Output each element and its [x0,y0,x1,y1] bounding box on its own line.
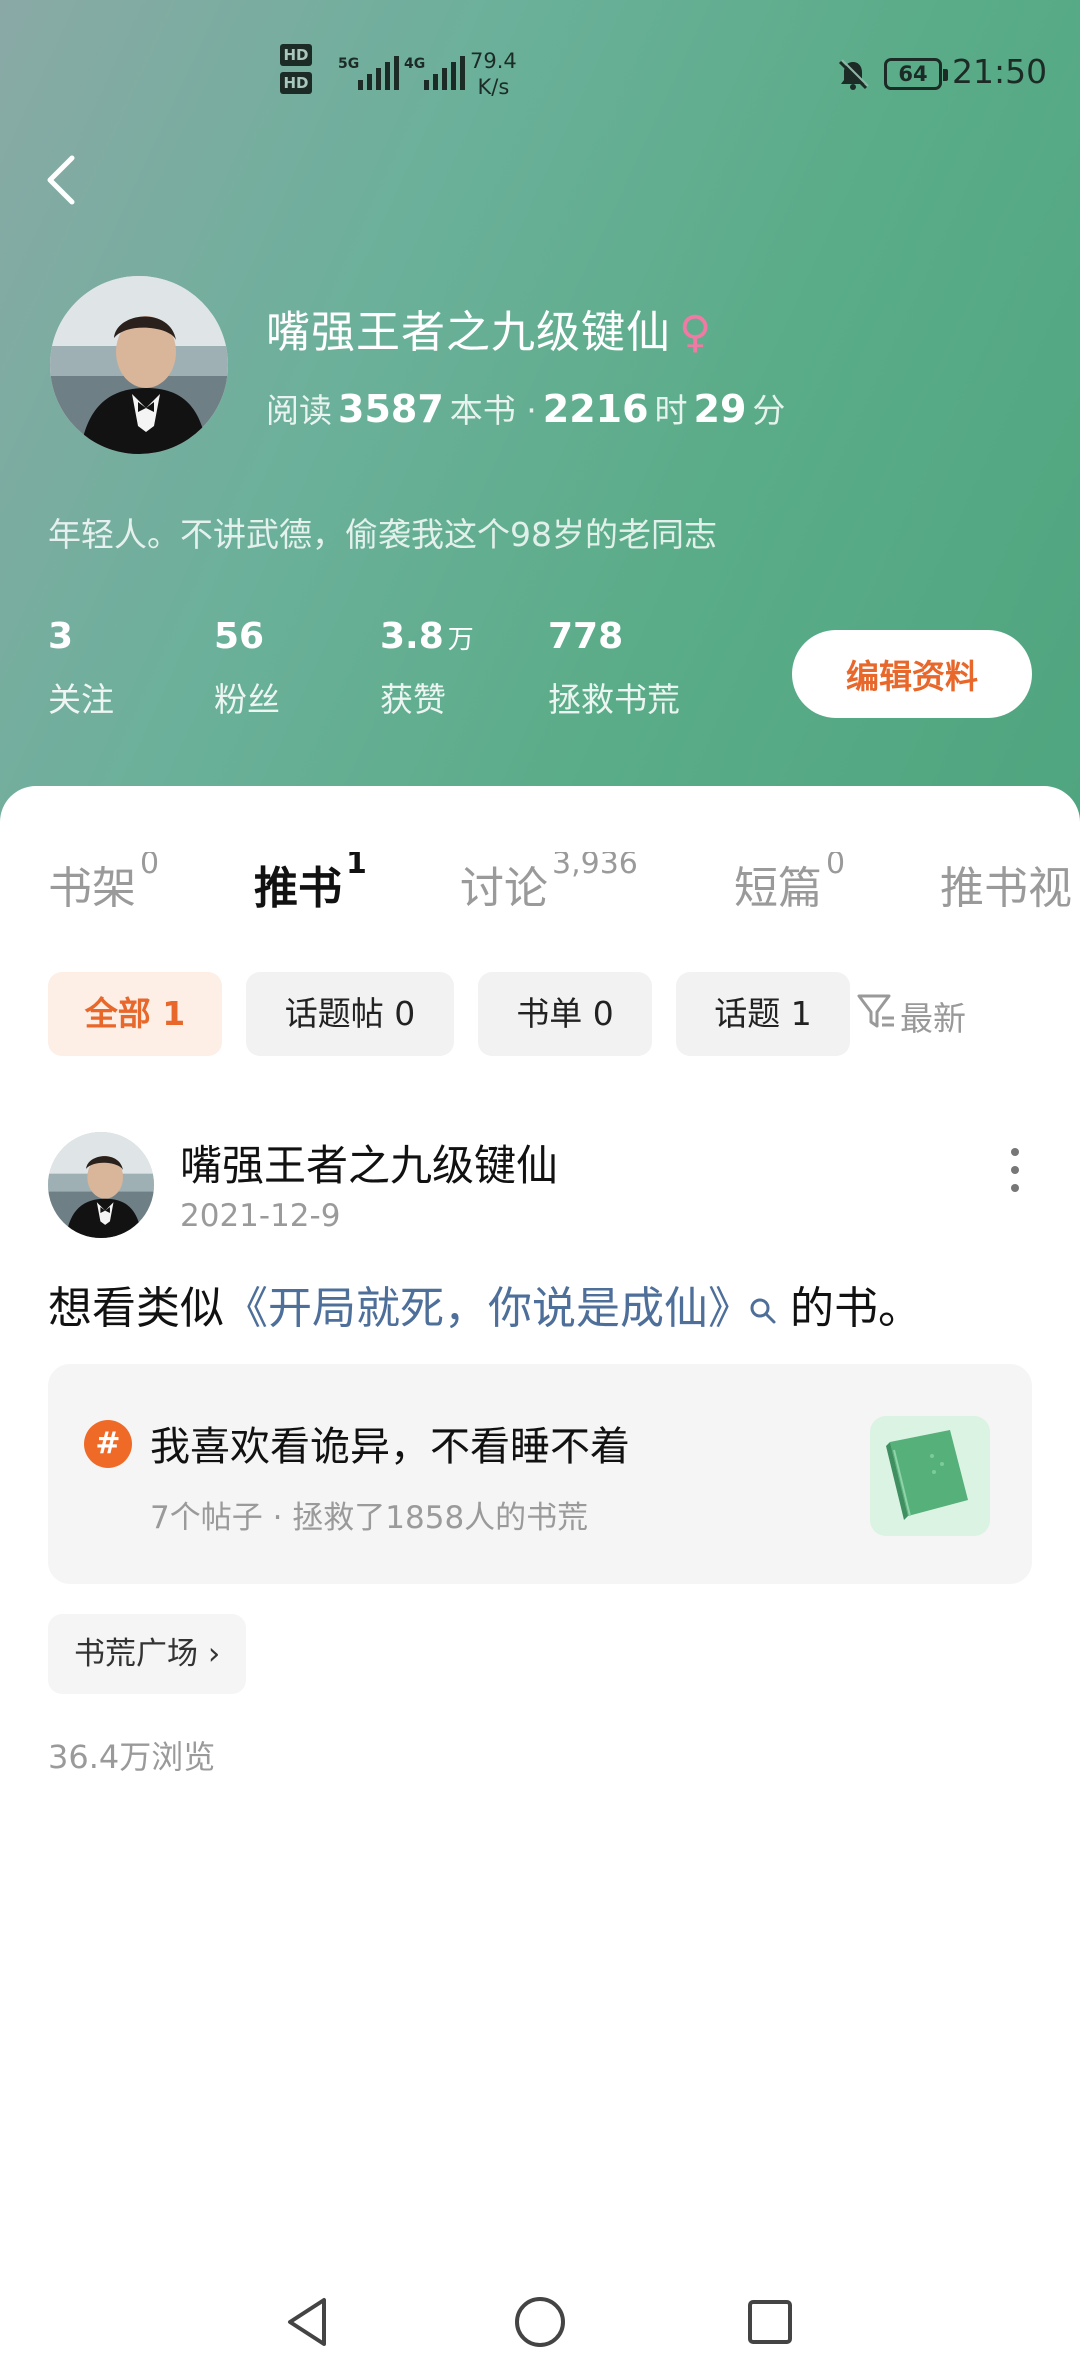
view-count: 36.4万浏览 [48,1738,216,1776]
status-bar: HD HD 5G 4G 79.4 K/s 64 21:50 [0,0,1080,150]
post-author-avatar[interactable] [48,1132,154,1238]
stat-label: 拯救书荒 [548,680,680,719]
stat-likes[interactable]: 3.8 万 获赞 [380,616,474,721]
hd-badge-1: HD [280,44,312,66]
filter-all[interactable]: 全部 1 [48,972,222,1056]
stat-value: 3.8 万 [380,616,474,657]
book-title-link[interactable]: 《开局就死，你说是成仙》 [224,1283,790,1334]
tab-discussion[interactable]: 讨论 3,936 [460,852,638,916]
minutes-unit: 分 [752,391,786,430]
filter-funnel-icon [857,994,894,1028]
filter-topic-posts[interactable]: 话题帖 0 [246,972,454,1056]
sort-button[interactable]: 最新 [857,992,966,1040]
network-type-2: 4G [404,56,426,72]
tab-recommend-video[interactable]: 推书视 [940,852,1072,916]
signal-icon-2 [424,56,465,90]
nav-back-icon[interactable] [280,2292,340,2352]
profile-bio: 年轻人。不讲武德，偷袭我这个98岁的老同志 [48,515,717,554]
avatar-image [50,276,228,454]
network-type-1: 5G [338,56,360,72]
stat-value: 56 [214,616,265,657]
stat-value: 3 [48,616,74,657]
hashtag-icon: # [84,1420,132,1468]
profile-nickname: 嘴强王者之九级键仙 ♀ [266,296,712,360]
network-speed: 79.4 K/s [470,48,517,100]
speed-value: 79.4 [470,49,517,73]
sort-label: 最新 [900,999,966,1038]
filter-topics[interactable]: 话题 1 [676,972,850,1056]
books-count: 3587 [338,387,444,431]
profile-tabs: 书架 0 推书 1 讨论 3,936 短篇 0 推书视 [0,852,1080,932]
filter-booklists[interactable]: 书单 0 [478,972,652,1056]
reading-stats: 阅读 3587 本书 · 2216 时 29 分 [266,384,785,432]
stat-label: 粉丝 [214,680,280,719]
tab-short-stories[interactable]: 短篇 0 [734,852,845,916]
topic-card[interactable]: # 我喜欢看诡异，不看睡不着 7个帖子 · 拯救了1858人的书荒 [48,1364,1032,1584]
stat-following[interactable]: 3 关注 [48,616,114,721]
hd-badge-2: HD [280,72,312,94]
edit-profile-button[interactable]: 编辑资料 [792,630,1032,718]
post-text-before: 想看类似 [48,1283,224,1334]
reading-minutes: 29 [693,387,747,431]
hd-volte-indicator: HD HD [280,44,330,108]
tab-recommend[interactable]: 推书 1 [254,852,367,916]
nav-recents-icon[interactable] [740,2292,800,2352]
search-icon [750,1298,776,1324]
tag-book-plaza[interactable]: 书荒广场 › [48,1614,247,1694]
battery-icon: 64 [884,58,948,90]
more-options-icon[interactable] [1000,1142,1030,1202]
books-unit: 本书 · [449,391,537,430]
clock: 21:50 [952,52,1048,91]
nickname-text: 嘴强王者之九级键仙 [266,307,671,358]
mute-bell-icon [838,59,869,90]
post-date: 2021-12-9 [180,1198,341,1234]
post-text-after: 的书。 [790,1283,922,1334]
reading-prefix: 阅读 [266,391,332,430]
reading-hours: 2216 [542,387,649,431]
book-icon [886,1430,968,1520]
stat-value: 778 [548,616,624,657]
stat-followers[interactable]: 56 粉丝 [214,616,280,721]
tab-bookshelf[interactable]: 书架 0 [48,852,159,916]
back-arrow-icon[interactable] [38,150,88,210]
stat-label: 获赞 [380,680,446,719]
nav-home-icon[interactable] [510,2292,570,2352]
topic-cover [870,1416,990,1536]
female-gender-icon: ♀ [679,307,713,358]
hours-unit: 时 [654,391,688,430]
avatar-image [48,1132,154,1238]
topic-title: 我喜欢看诡异，不看睡不着 [150,1424,630,1470]
system-nav-bar [0,2270,1080,2376]
signal-icon-1 [358,56,399,90]
stat-label: 关注 [48,680,114,719]
post-author-name[interactable]: 嘴强王者之九级键仙 [180,1132,558,1193]
topic-meta: 7个帖子 · 拯救了1858人的书荒 [150,1500,589,1536]
profile-header: HD HD 5G 4G 79.4 K/s 64 21:50 嘴强王者之九级键仙 … [0,0,1080,830]
stat-rescued[interactable]: 778 拯救书荒 [548,616,680,721]
content-sheet: 书架 0 推书 1 讨论 3,936 短篇 0 推书视 全部 1 话题帖 0 书单 0 … [0,786,1080,2376]
avatar[interactable] [50,276,228,454]
speed-unit: K/s [477,75,510,99]
post-text: 想看类似《开局就死，你说是成仙》 的书。 [48,1272,922,1336]
